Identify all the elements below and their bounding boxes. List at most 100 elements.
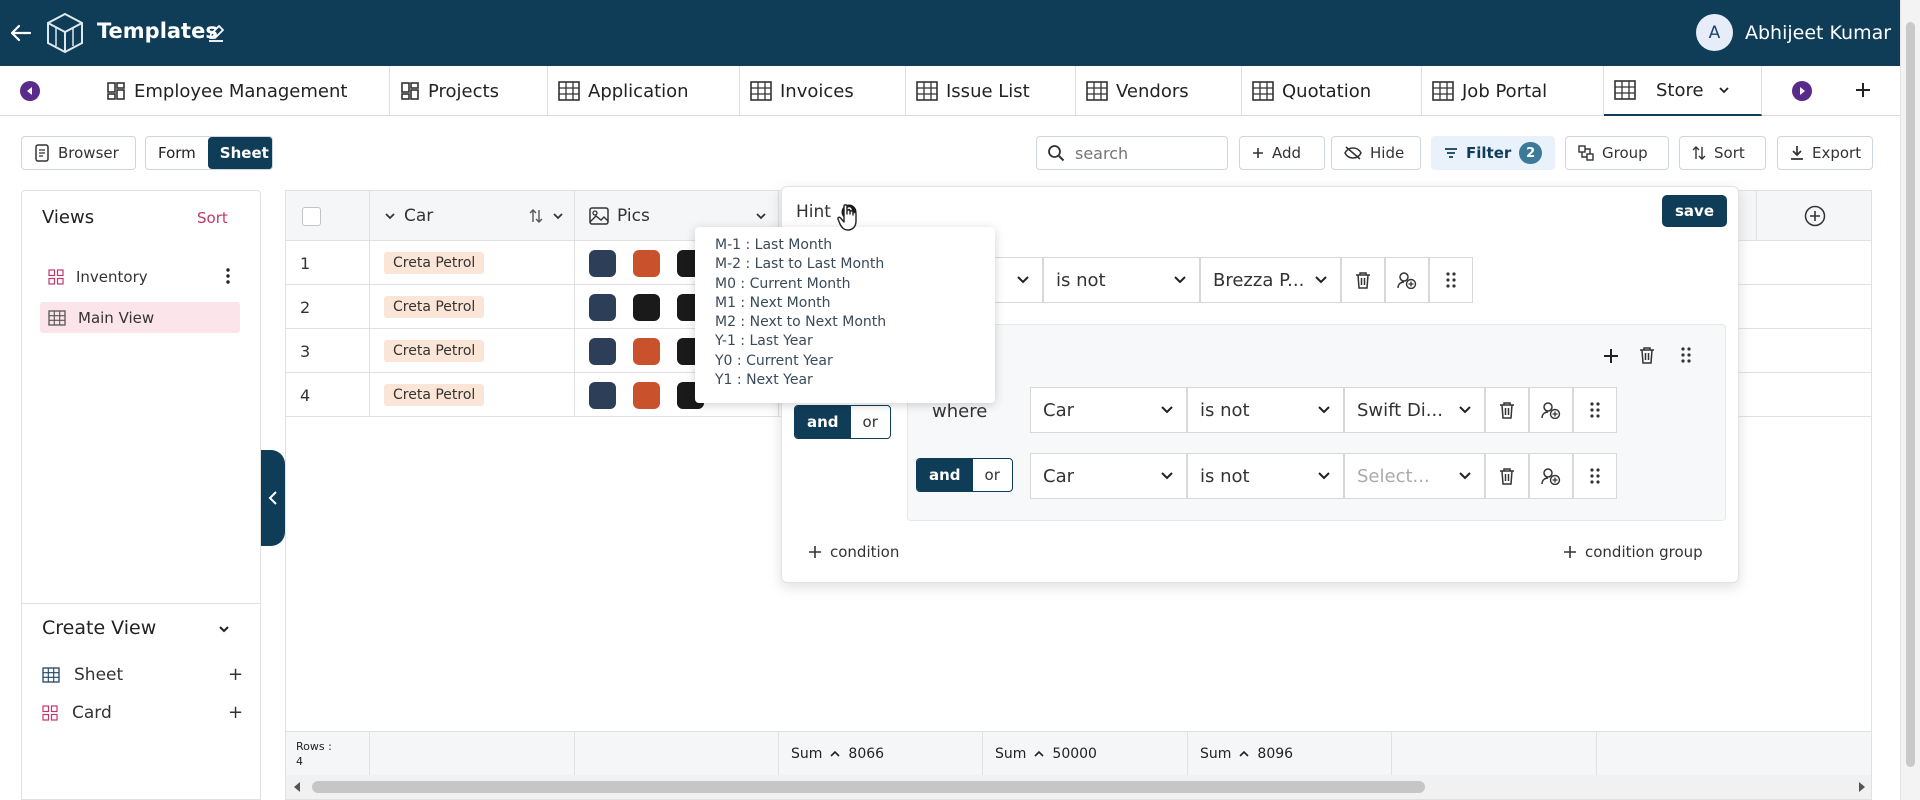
sum-value: 50000 (1052, 746, 1097, 762)
column-menu-icon[interactable] (552, 210, 564, 222)
car-photo-thumbnail[interactable] (589, 381, 616, 409)
add-button[interactable]: Add (1239, 136, 1325, 170)
delete-condition-button[interactable] (1485, 387, 1529, 433)
add-to-group-icon[interactable] (1602, 347, 1620, 365)
or-toggle[interactable]: or (851, 406, 890, 438)
scroll-right-icon[interactable] (1858, 782, 1866, 792)
trash-icon[interactable] (1639, 346, 1655, 364)
add-condition-button[interactable]: condition (808, 543, 899, 561)
car-photo-thumbnail[interactable] (633, 249, 660, 277)
sort-button[interactable]: Sort (1679, 136, 1766, 170)
tab-job-portal[interactable]: Job Portal (1422, 66, 1604, 116)
table-icon (1086, 81, 1108, 101)
add-condition-group-button[interactable]: condition group (1563, 543, 1703, 561)
operator-select[interactable]: is not (1187, 453, 1344, 499)
drag-handle[interactable] (1573, 453, 1617, 499)
views-sort-button[interactable]: Sort (197, 209, 228, 227)
table-icon (48, 309, 66, 326)
column-header-car[interactable]: Car (370, 191, 575, 241)
add-column-cell[interactable] (1757, 191, 1871, 241)
hint-line: Y1 : Next Year (715, 372, 813, 389)
tab-store[interactable]: Store (1604, 66, 1762, 116)
value-select[interactable]: Brezza P... (1200, 257, 1341, 303)
and-toggle[interactable]: and (795, 406, 851, 438)
car-photo-thumbnail[interactable] (589, 249, 616, 277)
drag-handle[interactable] (1573, 387, 1617, 433)
car-photo-thumbnail[interactable] (589, 337, 616, 365)
tab-quotation[interactable]: Quotation (1242, 66, 1422, 116)
group-button[interactable]: Group (1565, 136, 1669, 170)
column-menu-icon[interactable] (755, 210, 767, 222)
sheet-toggle[interactable]: Sheet (207, 137, 272, 169)
view-item-inventory[interactable]: Inventory (40, 261, 240, 292)
create-view-card[interactable]: Card (42, 703, 242, 723)
car-cell[interactable]: Creta Petrol (370, 373, 575, 417)
form-toggle[interactable]: Form (146, 137, 208, 169)
tab-invoices[interactable]: Invoices (740, 66, 906, 116)
operator-select[interactable]: is not (1043, 257, 1200, 303)
convert-to-group-button[interactable] (1385, 257, 1429, 303)
export-button[interactable]: Export (1777, 136, 1873, 170)
sum-cell[interactable]: Sum 50000 (983, 732, 1188, 776)
drag-handle-icon[interactable] (1681, 347, 1691, 363)
plus-icon (808, 545, 822, 559)
column-header-label: Pics (617, 206, 650, 226)
scroll-thumb[interactable] (312, 781, 1425, 793)
search-input[interactable] (1075, 143, 1215, 163)
tab-projects[interactable]: Projects (390, 66, 548, 116)
value-select[interactable]: Select... (1344, 453, 1485, 499)
tab-application[interactable]: Application (548, 66, 740, 116)
or-toggle[interactable]: or (973, 459, 1012, 491)
car-photo-thumbnail[interactable] (633, 337, 660, 365)
edit-title-icon[interactable] (207, 24, 225, 42)
group-label: Group (1602, 144, 1648, 162)
add-card-icon[interactable]: + (228, 702, 243, 723)
view-item-main-view[interactable]: Main View (40, 302, 240, 333)
delete-condition-button[interactable] (1341, 257, 1385, 303)
sum-cell[interactable]: Sum 8096 (1188, 732, 1392, 776)
car-photo-thumbnail[interactable] (589, 293, 616, 321)
convert-to-group-button[interactable] (1529, 387, 1573, 433)
car-photo-thumbnail[interactable] (633, 293, 660, 321)
add-condition-label: condition (830, 543, 900, 561)
car-cell[interactable]: Creta Petrol (370, 329, 575, 373)
tab-employee-management[interactable]: Employee Management (96, 66, 390, 116)
tab-issue-list[interactable]: Issue List (906, 66, 1076, 116)
sort-icon[interactable] (528, 208, 544, 224)
tab-vendors[interactable]: Vendors (1076, 66, 1242, 116)
convert-to-group-button[interactable] (1529, 453, 1573, 499)
back-arrow-icon[interactable] (10, 22, 32, 44)
car-photo-thumbnail[interactable] (633, 381, 660, 409)
scroll-tabs-right-icon[interactable] (1792, 81, 1812, 101)
chevron-down-icon[interactable] (218, 623, 230, 635)
save-filter-button[interactable]: save (1662, 195, 1728, 227)
car-cell[interactable]: Creta Petrol (370, 285, 575, 329)
grid-horizontal-scrollbar[interactable] (286, 775, 1871, 799)
and-toggle[interactable]: and (917, 459, 973, 491)
row-number: 3 (286, 329, 370, 373)
user-menu[interactable]: A Abhijeet Kumar (1696, 14, 1891, 51)
field-select[interactable]: Car (1030, 453, 1187, 499)
collapse-sidebar-button[interactable] (261, 450, 285, 546)
tab-label: Quotation (1282, 80, 1372, 102)
scroll-tabs-left-icon[interactable] (20, 81, 40, 101)
more-options-icon[interactable] (226, 268, 230, 284)
drag-handle[interactable] (1429, 257, 1473, 303)
field-select[interactable]: Car (1030, 387, 1187, 433)
add-sheet-icon[interactable]: + (228, 664, 243, 685)
add-tab-icon[interactable] (1854, 81, 1872, 99)
page-scrollbar[interactable] (1900, 0, 1920, 800)
operator-select[interactable]: is not (1187, 387, 1344, 433)
delete-condition-button[interactable] (1485, 453, 1529, 499)
sum-cell[interactable]: Sum 8066 (779, 732, 983, 776)
chevron-down-icon[interactable] (1718, 84, 1730, 96)
browser-button[interactable]: Browser (21, 136, 136, 170)
scroll-left-icon[interactable] (293, 782, 301, 792)
select-all-checkbox[interactable] (302, 206, 321, 226)
create-view-sheet[interactable]: Sheet (42, 665, 242, 685)
image-icon (589, 207, 609, 225)
hide-button[interactable]: Hide (1331, 136, 1421, 170)
value-select[interactable]: Swift Di... (1344, 387, 1485, 433)
filter-button[interactable]: Filter 2 (1431, 136, 1555, 170)
car-cell[interactable]: Creta Petrol (370, 241, 575, 285)
